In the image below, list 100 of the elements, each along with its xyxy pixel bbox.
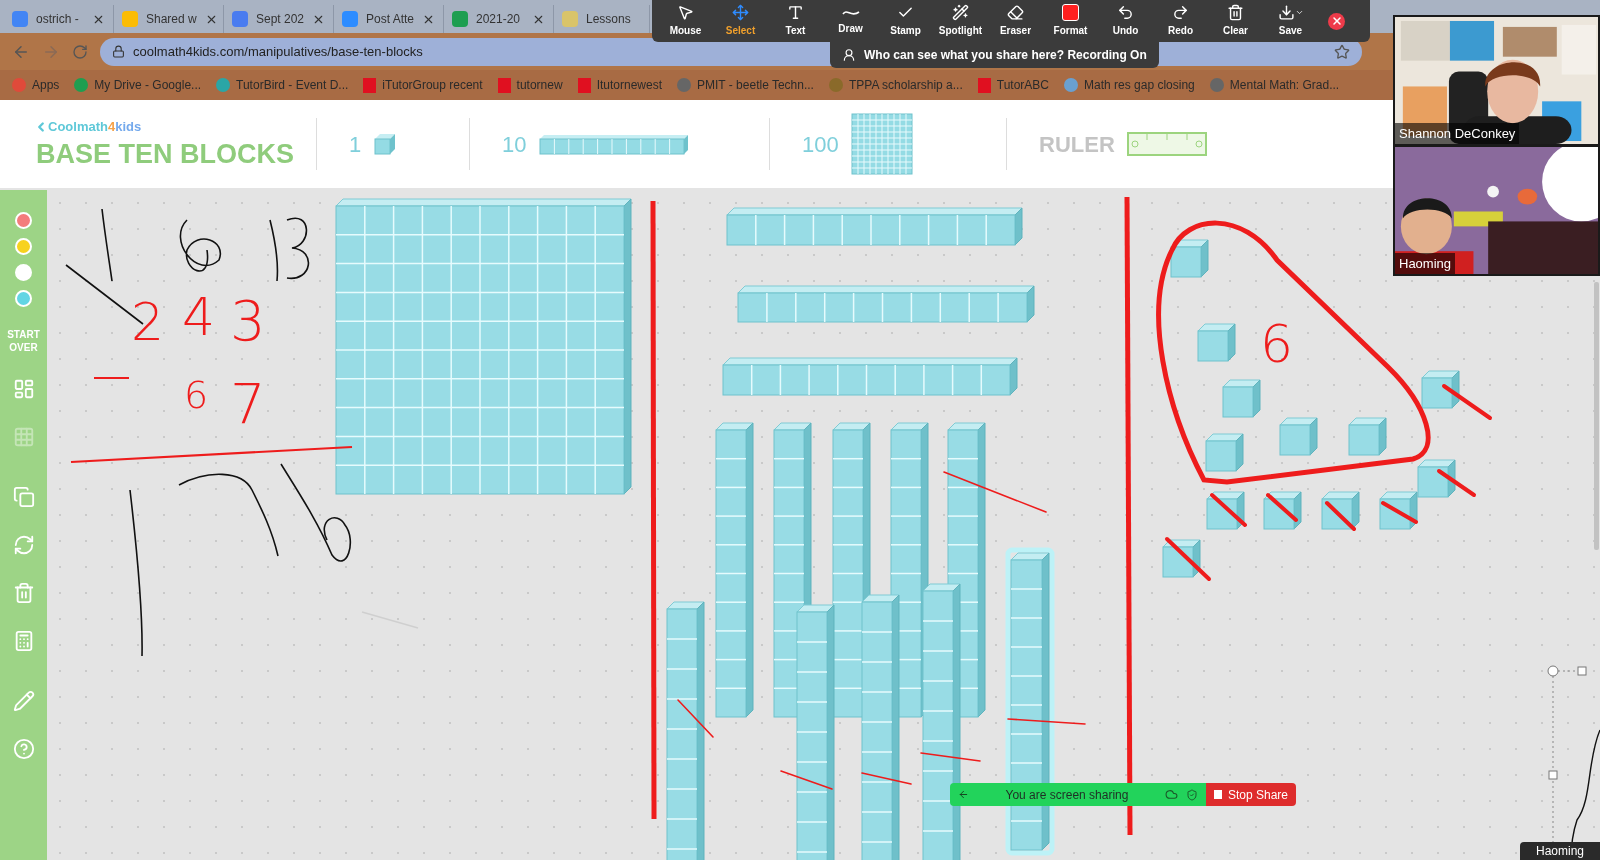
unit-cube[interactable] [1379,491,1418,530]
handwritten-digit: 2 [131,292,165,352]
hundred-flat[interactable] [335,198,632,495]
ten-rod[interactable] [832,422,871,718]
marker-stroke [780,770,833,790]
ten-rod[interactable] [722,357,1018,396]
unit-cube[interactable] [1417,459,1456,498]
favicon-icon [12,11,28,27]
color-swatch[interactable] [15,238,32,255]
bookmark[interactable]: Apps [12,76,60,94]
bookmark[interactable]: Itutornewest [577,76,662,94]
bookmark-icon [977,77,991,93]
unit-cube[interactable] [1170,239,1209,278]
marker-stroke [677,699,714,738]
color-swatch[interactable] [15,264,32,281]
marker-stroke [920,752,981,762]
favicon-icon [232,11,248,27]
bookmark-icon [216,78,231,92]
ten-rod[interactable] [715,422,754,718]
app-title: BASE TEN BLOCKS [35,137,296,171]
bookmark-icon [74,78,89,92]
pen-stroke [361,611,419,629]
scrollbar[interactable] [1594,282,1599,550]
handwritten-digit: 7 [230,371,266,436]
marker-stroke [1437,469,1476,497]
marker-line [93,377,130,379]
bookmark-icon [828,78,843,92]
color-swatch[interactable] [15,212,32,229]
unit-cube[interactable] [1162,539,1201,578]
bookmark-icon [1209,78,1224,92]
marker-stroke [1325,501,1356,531]
bookmark[interactable]: Math res gap closing [1064,76,1195,94]
unit-cube[interactable] [1263,491,1302,530]
ten-rod[interactable] [773,422,812,718]
marker-stroke [861,772,912,785]
marker-stroke [1165,537,1211,581]
bookmark-star-icon[interactable] [1334,43,1350,60]
participant-name: Haoming [1395,252,1456,274]
bookmark[interactable]: Mental Math: Grad... [1209,76,1340,94]
cloud-icon [1165,788,1178,801]
bookmark[interactable]: TutorBird - Event D... [216,76,349,94]
tool-icon [952,4,969,21]
unit-cube[interactable] [1222,379,1261,418]
handwritten-digit: 4 [182,287,216,347]
shield-icon [1186,788,1198,801]
bookmark[interactable]: TutorABC [977,76,1050,94]
video-tile[interactable]: Haoming [1395,147,1598,274]
ten-rod[interactable] [737,285,1035,323]
favicon-icon [122,11,138,27]
sharing-notice[interactable]: Who can see what you share here? Recording On [830,42,1159,68]
stop-share-button[interactable]: Stop Share [1206,783,1296,806]
unit-cube[interactable] [1197,323,1236,362]
handwritten-digit: 6 [1260,314,1294,374]
unit-cube[interactable] [1348,417,1387,456]
bookmark[interactable]: My Drive - Google... [74,76,202,94]
bookmark[interactable]: iTutorGroup recent [363,76,483,94]
name-tag: Haoming [1520,842,1600,860]
user-icon [842,48,856,62]
hundred-flat-icon [850,113,913,175]
close-icon[interactable] [1328,12,1345,30]
ten-rod[interactable] [796,604,835,860]
video-tile[interactable]: Shannon DeConkey [1395,17,1598,144]
caret-icon [1294,8,1304,17]
marker-stroke [1381,501,1418,524]
marker-stroke [1210,493,1247,527]
tool-icon [732,4,749,21]
bookmark-icon [497,77,511,93]
tool-icon [1277,4,1295,21]
tool-icon [1227,4,1244,21]
ten-rod-icon [538,133,691,155]
unit-cube[interactable] [1279,417,1318,456]
unit-cube[interactable] [1421,370,1460,409]
ten-rod[interactable] [861,594,900,860]
unit-cube[interactable] [1206,491,1245,530]
unit-cube[interactable] [1205,433,1244,472]
ten-rod[interactable] [666,601,705,860]
handwritten-digit: 3 [230,288,266,353]
favicon-icon [562,11,578,27]
bookmark[interactable]: TPPA scholarship a... [828,76,963,94]
tool-icon [1007,4,1024,21]
color-swatch[interactable] [15,290,32,307]
ruler-icon [1126,132,1207,156]
lock-icon [112,45,125,58]
tool-icon [1172,4,1189,21]
favicon-icon [452,11,468,27]
bookmark[interactable]: tutornew [497,76,563,94]
color-square-icon [1062,4,1079,21]
ten-rod[interactable] [726,207,1023,246]
bookmark[interactable]: PMIT - beetle Techn... [677,76,814,94]
handwritten-digit: 6 [184,373,209,417]
bookmark-icon [677,78,691,92]
unit-cube[interactable] [1321,491,1360,530]
bookmark-icon [363,77,377,93]
reload-icon[interactable] [72,43,88,60]
tool-icon [677,4,694,21]
arrow-icon[interactable] [958,789,969,800]
marker-stroke [1442,384,1492,420]
favicon-icon [342,11,358,27]
unit-cube-icon [373,132,398,156]
tool-icon [1117,4,1134,21]
